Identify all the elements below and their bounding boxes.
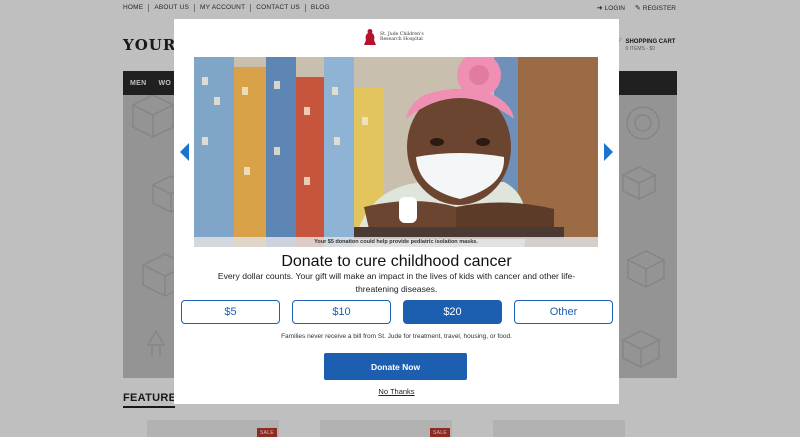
next-arrow-icon[interactable]	[604, 143, 613, 161]
st-jude-logo-icon	[364, 29, 376, 45]
donation-subtext: Every dollar counts. Your gift will make…	[217, 271, 576, 294]
photo-illustration	[194, 57, 598, 247]
amount-options: $5 $10 $20 Other	[181, 300, 613, 324]
donation-modal: St. Jude Children's Research Hospital Yo…	[174, 19, 619, 404]
amount-10-button[interactable]: $10	[292, 300, 391, 324]
amount-20-button[interactable]: $20	[403, 300, 502, 324]
st-jude-logo: St. Jude Children's Research Hospital	[363, 26, 431, 48]
donation-headline: Donate to cure childhood cancer	[281, 253, 512, 270]
no-thanks-link[interactable]: No Thanks	[174, 387, 619, 396]
billing-note: Families never receive a bill from St. J…	[281, 333, 512, 340]
amount-5-button[interactable]: $5	[181, 300, 280, 324]
photo-caption: Your $5 donation could help provide pedi…	[194, 237, 598, 247]
logo-line-2: Research Hospital	[380, 37, 423, 42]
patient-photo: Your $5 donation could help provide pedi…	[194, 57, 598, 247]
prev-arrow-icon[interactable]	[180, 143, 189, 161]
donate-now-button[interactable]: Donate Now	[324, 353, 467, 380]
amount-other-button[interactable]: Other	[514, 300, 613, 324]
